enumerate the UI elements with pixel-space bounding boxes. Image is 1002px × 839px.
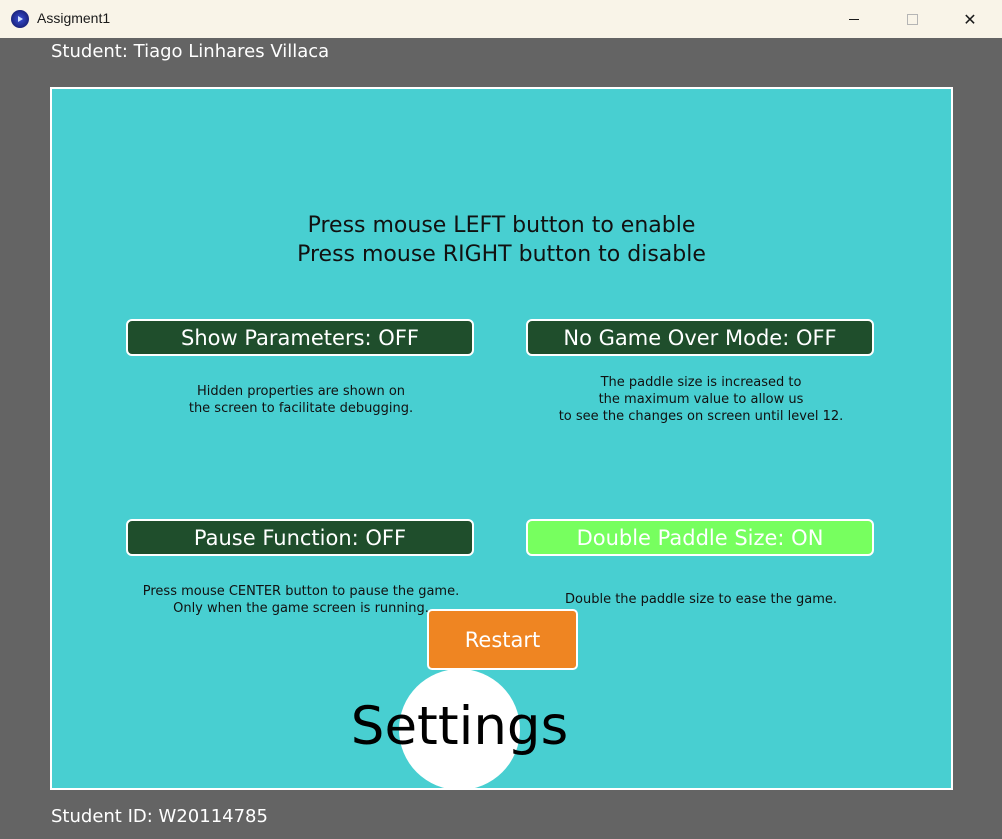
title-bar[interactable]: Assigment1 ✕ xyxy=(0,0,1002,38)
no-game-over-button[interactable]: No Game Over Mode: OFF xyxy=(526,319,874,356)
settings-panel: Press mouse LEFT button to enable Press … xyxy=(50,87,953,790)
app-window: Assigment1 ✕ Student: Tiago Linhares Vil… xyxy=(0,0,1002,839)
minimize-icon xyxy=(849,18,859,20)
restart-button[interactable]: Restart xyxy=(427,609,578,670)
student-name-label: Student: Tiago Linhares Villaca xyxy=(51,41,330,62)
description-line: Hidden properties are shown on xyxy=(196,384,406,399)
double-paddle-button[interactable]: Double Paddle Size: ON xyxy=(526,519,874,556)
maximize-icon xyxy=(906,13,918,25)
show-parameters-button[interactable]: Show Parameters: OFF xyxy=(126,319,474,356)
close-button[interactable]: ✕ xyxy=(941,0,999,38)
window-title: Assigment1 xyxy=(37,10,111,26)
instruction-line-1: Press mouse LEFT button to enable xyxy=(307,213,696,238)
description-line: the screen to facilitate debugging. xyxy=(188,401,414,416)
maximize-button[interactable] xyxy=(883,0,941,38)
description-line: to see the changes on screen until level… xyxy=(558,409,844,424)
double-paddle-description: Double the paddle size to ease the game. xyxy=(521,591,881,608)
close-icon: ✕ xyxy=(963,9,977,29)
student-id-label: Student ID: W20114785 xyxy=(51,806,268,827)
description-line: Double the paddle size to ease the game. xyxy=(565,592,837,607)
show-parameters-description: Hidden properties are shown on the scree… xyxy=(121,383,481,417)
instructions: Press mouse LEFT button to enable Press … xyxy=(52,211,951,269)
instruction-line-2: Press mouse RIGHT button to disable xyxy=(297,242,706,267)
description-line: The paddle size is increased to xyxy=(600,375,802,390)
description-line: the maximum value to allow us xyxy=(598,392,804,407)
app-icon xyxy=(11,10,29,28)
settings-title: Settings xyxy=(350,696,569,757)
pause-function-button[interactable]: Pause Function: OFF xyxy=(126,519,474,556)
description-line: Press mouse CENTER button to pause the g… xyxy=(142,584,460,599)
no-game-over-description: The paddle size is increased to the maxi… xyxy=(521,374,881,425)
minimize-button[interactable] xyxy=(825,0,883,38)
